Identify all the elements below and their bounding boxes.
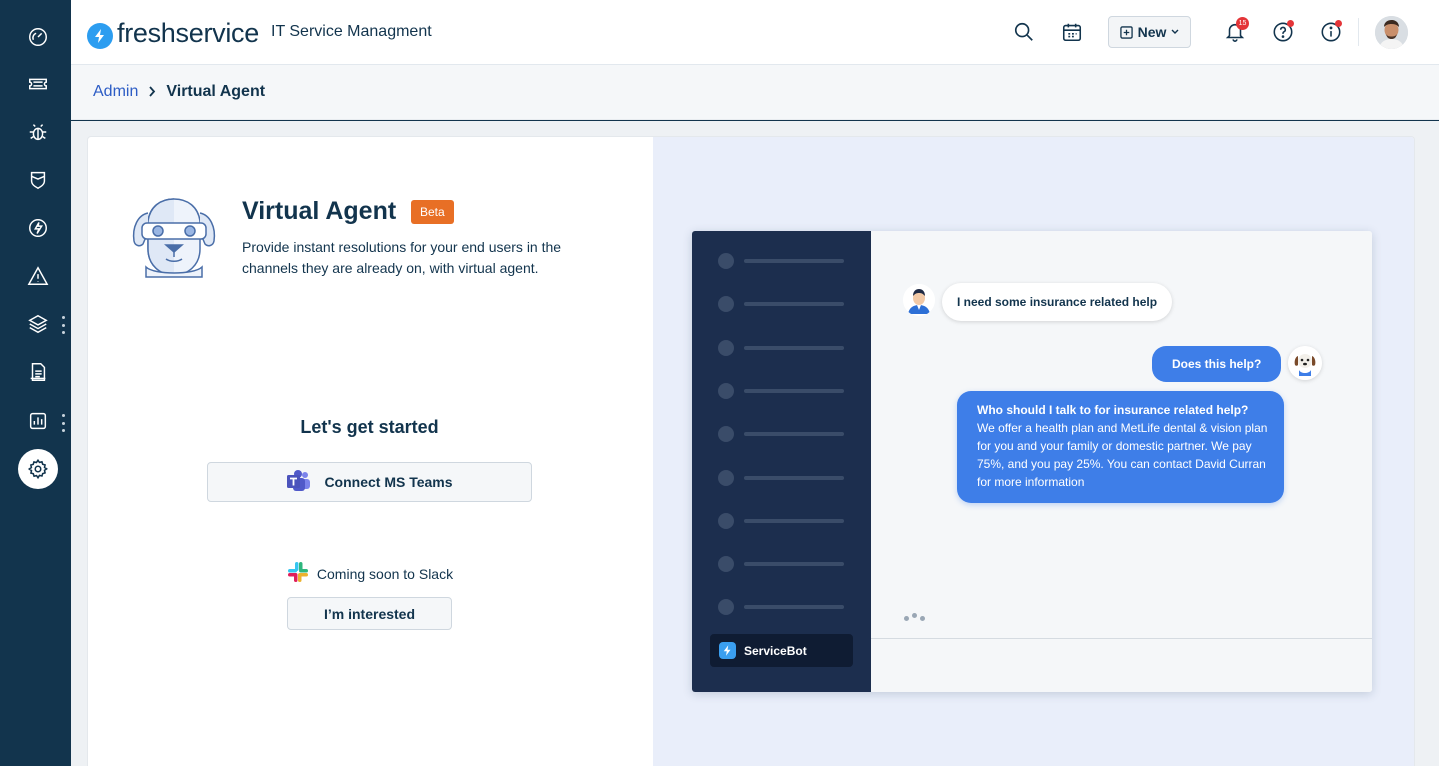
help-icon[interactable] [1270,19,1296,45]
releases-icon[interactable] [18,208,58,248]
robot-dog-illustration-icon [124,193,224,283]
bot-reply-title: Who should I talk to for insurance relat… [977,403,1249,417]
breadcrumb-admin-link[interactable]: Admin [93,83,138,101]
mock-sidebar-row [718,296,846,312]
ms-teams-icon [286,469,312,496]
reports-more-icon[interactable] [60,414,66,432]
brand-name: freshservice [117,17,259,48]
beta-badge: Beta [411,200,454,224]
mock-sidebar-row [718,383,846,399]
notification-count-badge: 15 [1236,17,1249,30]
mock-sidebar-row [718,470,846,486]
connect-ms-teams-button[interactable]: Connect MS Teams [207,462,532,502]
mock-sidebar-row [718,253,846,269]
chevron-down-icon [1171,29,1179,34]
tickets-icon[interactable] [18,64,58,104]
page-title: Virtual Agent [242,197,397,225]
admin-settings-icon[interactable] [18,449,58,489]
mock-message-input [871,638,1372,692]
bot-reply-short: Does this help? [1152,346,1282,382]
chat-preview-mock: ServiceBot I need some insurance related… [692,231,1372,692]
changes-icon[interactable] [18,160,58,200]
bolt-icon [719,642,736,659]
assets-icon[interactable] [18,304,58,344]
user-avatar[interactable] [1375,16,1408,49]
product-subtitle: IT Service Managment [271,23,432,40]
freshservice-logo[interactable]: freshservice [87,17,259,49]
mock-conversation: I need some insurance related help Does … [871,231,1372,692]
servicebot-item: ServiceBot [710,634,853,667]
intro-description: Provide instant resolutions for your end… [242,239,562,276]
info-alert-dot [1335,20,1342,27]
mock-sidebar-row [718,599,846,615]
header-divider [1358,18,1359,46]
plus-square-icon [1119,25,1133,39]
slack-coming-soon: Coming soon to Slack [88,560,651,587]
left-nav [0,0,71,766]
servicebot-label: ServiceBot [744,643,807,658]
mock-sidebar: ServiceBot [692,231,871,692]
calendar-icon[interactable] [1059,19,1085,45]
get-started-heading: Let's get started [300,417,439,437]
notifications-bell-icon[interactable]: 15 [1222,17,1249,45]
dashboard-icon[interactable] [18,17,58,57]
search-icon[interactable] [1011,19,1037,45]
connect-ms-teams-label: Connect MS Teams [324,474,453,490]
solutions-icon[interactable] [18,352,58,392]
problems-icon[interactable] [18,112,58,152]
help-alert-dot [1287,20,1294,27]
mock-sidebar-row [718,556,846,572]
slack-coming-soon-text: Coming soon to Slack [316,565,454,582]
mock-sidebar-row [718,513,846,529]
breadcrumb-current: Virtual Agent [166,83,266,100]
reports-icon[interactable] [18,401,58,441]
assets-more-icon[interactable] [60,316,66,334]
typing-indicator-icon [904,613,925,621]
new-button-label: New [1137,24,1167,40]
user-avatar-icon [903,284,935,316]
user-message-bubble: I need some insurance related help [942,283,1173,321]
chevron-right-icon [148,84,156,100]
info-icon[interactable] [1318,19,1344,45]
alert-icon[interactable] [18,256,58,296]
bolt-logo-icon [87,23,113,49]
bot-reply-body: We offer a health plan and MetLife denta… [977,421,1268,489]
im-interested-button[interactable]: I’m interested [287,597,452,630]
mock-sidebar-row [718,426,846,442]
top-header: freshservice IT Service Managment New 15 [71,0,1439,65]
new-dropdown-button[interactable]: New [1108,16,1191,48]
mock-sidebar-row [718,340,846,356]
bot-avatar-icon [1288,346,1322,380]
slack-icon [286,560,310,587]
app-root: freshservice IT Service Managment New 15 [0,0,1439,766]
breadcrumb: Admin Virtual Agent [71,65,1439,120]
virtual-agent-card: Virtual Agent Beta Provide instant resol… [87,136,1415,766]
bot-reply-detailed: Who should I talk to for insurance relat… [957,391,1284,503]
